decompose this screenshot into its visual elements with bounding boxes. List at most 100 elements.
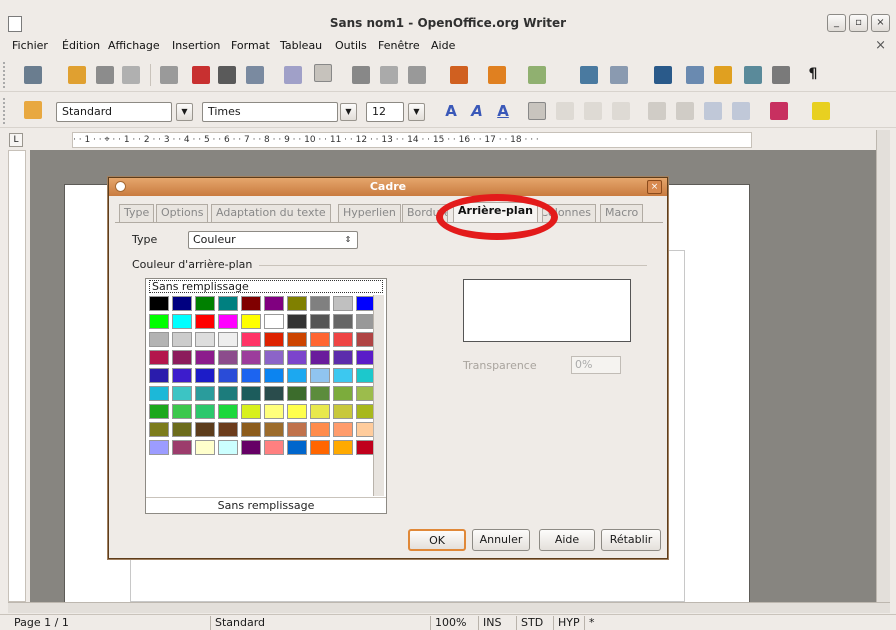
data-sources-icon[interactable]: [772, 66, 790, 84]
numbering-icon[interactable]: [648, 102, 666, 120]
color-swatch[interactable]: [195, 350, 215, 365]
menu-insertion[interactable]: Insertion: [172, 39, 220, 52]
maximize-button[interactable]: ▫: [849, 14, 868, 32]
underline-icon[interactable]: A: [494, 102, 512, 120]
show-draw-functions-icon[interactable]: [654, 66, 672, 84]
color-swatch[interactable]: [218, 350, 238, 365]
color-swatch[interactable]: [149, 404, 169, 419]
color-swatch[interactable]: [264, 440, 284, 455]
styles-formatting-icon[interactable]: [24, 101, 42, 119]
toolbar-handle[interactable]: [3, 62, 7, 88]
color-swatch[interactable]: [149, 314, 169, 329]
horizontal-ruler[interactable]: · · 1 · · ⌖ · · 1 · · 2 · · 3 · · 4 · · …: [72, 132, 752, 148]
help-button[interactable]: Aide: [539, 529, 595, 551]
menu-fichier[interactable]: Fichier: [12, 39, 48, 52]
color-swatch[interactable]: [333, 368, 353, 383]
color-swatch[interactable]: [218, 314, 238, 329]
font-name-combo[interactable]: Times: [202, 102, 338, 122]
email-icon[interactable]: [122, 66, 140, 84]
font-name-dropdown[interactable]: ▼: [340, 103, 357, 121]
selection-mode-indicator[interactable]: STD: [516, 616, 543, 630]
color-swatch[interactable]: [264, 404, 284, 419]
color-swatch[interactable]: [264, 332, 284, 347]
font-color-icon[interactable]: [770, 102, 788, 120]
toolbar-handle[interactable]: [3, 98, 7, 124]
dialog-close-button[interactable]: ×: [647, 180, 662, 194]
color-swatch[interactable]: [172, 422, 192, 437]
export-pdf-icon[interactable]: [192, 66, 210, 84]
color-swatch[interactable]: [195, 314, 215, 329]
open-folder-icon[interactable]: [68, 66, 86, 84]
color-swatch[interactable]: [195, 386, 215, 401]
color-swatch[interactable]: [149, 440, 169, 455]
vertical-ruler[interactable]: [8, 150, 26, 602]
spellcheck-icon[interactable]: [284, 66, 302, 84]
color-swatch[interactable]: [241, 404, 261, 419]
copy-icon[interactable]: [380, 66, 398, 84]
bold-icon[interactable]: A: [442, 102, 460, 120]
color-swatch[interactable]: [172, 350, 192, 365]
color-swatch[interactable]: [241, 350, 261, 365]
print-icon[interactable]: [218, 66, 236, 84]
tab-type[interactable]: Type: [119, 204, 155, 222]
paragraph-style-dropdown[interactable]: ▼: [176, 103, 193, 121]
save-icon[interactable]: [96, 66, 114, 84]
color-swatch[interactable]: [149, 422, 169, 437]
color-swatch[interactable]: [310, 404, 330, 419]
format-paintbrush-icon[interactable]: [450, 66, 468, 84]
navigator-icon[interactable]: [714, 66, 732, 84]
redo-icon[interactable]: [528, 66, 546, 84]
color-swatch[interactable]: [310, 350, 330, 365]
align-left-icon[interactable]: [528, 102, 546, 120]
minimize-button[interactable]: _: [827, 14, 846, 32]
color-swatch[interactable]: [333, 404, 353, 419]
color-swatch[interactable]: [241, 440, 261, 455]
menu-tableau[interactable]: Tableau: [280, 39, 322, 52]
new-document-icon[interactable]: [24, 66, 42, 84]
color-swatch[interactable]: [287, 314, 307, 329]
color-swatch[interactable]: [264, 314, 284, 329]
color-swatch[interactable]: [333, 314, 353, 329]
hyperlink-mode-indicator[interactable]: HYP: [553, 616, 580, 630]
color-swatch[interactable]: [218, 296, 238, 311]
color-swatch[interactable]: [333, 440, 353, 455]
horizontal-scrollbar[interactable]: [8, 602, 890, 613]
tab-text-wrap[interactable]: Adaptation du texte: [211, 204, 331, 222]
color-swatch[interactable]: [310, 386, 330, 401]
color-swatch[interactable]: [241, 368, 261, 383]
color-swatch[interactable]: [287, 332, 307, 347]
insert-mode-indicator[interactable]: INS: [478, 616, 501, 630]
color-swatch[interactable]: [287, 386, 307, 401]
menu-format[interactable]: Format: [231, 39, 270, 52]
color-swatch[interactable]: [241, 314, 261, 329]
color-swatch[interactable]: [310, 368, 330, 383]
zoom-indicator[interactable]: 100%: [430, 616, 466, 630]
color-swatch[interactable]: [241, 296, 261, 311]
color-swatch[interactable]: [333, 386, 353, 401]
align-right-icon[interactable]: [584, 102, 602, 120]
menu-fenetre[interactable]: Fenêtre: [378, 39, 420, 52]
page-style-indicator[interactable]: Standard: [210, 616, 265, 630]
color-swatch[interactable]: [218, 386, 238, 401]
autospellcheck-icon[interactable]: [314, 64, 332, 82]
color-swatch[interactable]: [333, 350, 353, 365]
color-swatch[interactable]: [241, 422, 261, 437]
color-swatch[interactable]: [287, 422, 307, 437]
menu-outils[interactable]: Outils: [335, 39, 367, 52]
color-swatch[interactable]: [241, 332, 261, 347]
color-swatch[interactable]: [333, 422, 353, 437]
justify-icon[interactable]: [612, 102, 630, 120]
color-swatch[interactable]: [264, 368, 284, 383]
vertical-scrollbar[interactable]: [876, 130, 890, 602]
color-swatch[interactable]: [333, 332, 353, 347]
tab-macro[interactable]: Macro: [600, 204, 644, 222]
no-fill-option[interactable]: Sans remplissage: [149, 280, 383, 293]
font-size-dropdown[interactable]: ▼: [408, 103, 425, 121]
color-swatch[interactable]: [310, 422, 330, 437]
color-swatch[interactable]: [172, 296, 192, 311]
find-replace-icon[interactable]: [686, 66, 704, 84]
color-swatch[interactable]: [149, 332, 169, 347]
color-swatch[interactable]: [218, 404, 238, 419]
color-swatch[interactable]: [241, 386, 261, 401]
color-swatch[interactable]: [218, 422, 238, 437]
